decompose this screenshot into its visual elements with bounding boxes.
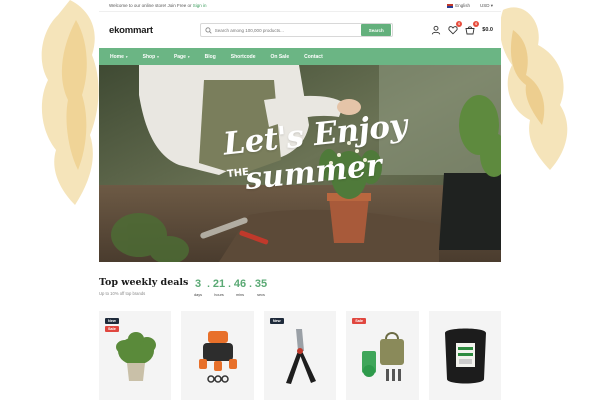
countdown-days-label: days — [193, 293, 203, 297]
nav-label: Home — [110, 53, 124, 60]
countdown-hours-value: 21 — [212, 278, 226, 290]
cart-total[interactable]: $0.0 — [482, 27, 493, 33]
nav-item-shortcode[interactable]: Shortcode — [231, 54, 256, 60]
chevron-down-icon: ▾ — [187, 54, 190, 59]
countdown-days-value: 3 — [194, 278, 202, 290]
chevron-down-icon: ▾ — [490, 2, 493, 8]
flag-icon — [447, 3, 454, 8]
product-card-root-farm-grow-bag[interactable] — [428, 311, 502, 400]
countdown-secs: 35 secs — [253, 278, 269, 298]
currency-label: USD — [479, 2, 490, 8]
search-button[interactable]: Search — [361, 24, 392, 36]
logo[interactable]: ekommart — [109, 25, 200, 36]
countdown-mins-value: 46 — [233, 278, 247, 290]
product-card-pruning-shears[interactable]: New — [263, 311, 337, 400]
cart-icon[interactable]: 0 — [465, 21, 480, 35]
welcome-text: Welcome to our online store! Join Free o… — [109, 3, 192, 8]
countdown-hours-label: hours — [214, 293, 224, 297]
nav-label: Shortcode — [230, 53, 256, 60]
account-icon[interactable] — [431, 25, 441, 35]
pruning-shears-image — [285, 329, 316, 384]
page-frame: Welcome to our online store! Join Free o… — [99, 0, 502, 400]
sale-badge: Sale — [352, 318, 367, 324]
nav-label: Blog — [204, 53, 216, 60]
product-badges: New — [269, 318, 284, 324]
hose-splitter-image — [199, 331, 238, 383]
product-card-garden-tool-kit[interactable]: Sale — [346, 311, 419, 400]
countdown-hours: 21 hours — [211, 278, 227, 298]
nav-label: On Sale — [270, 53, 290, 60]
nav-label: Page — [173, 53, 186, 60]
countdown-mins: 46 mins — [232, 278, 248, 298]
cart-badge: 0 — [473, 21, 480, 27]
top-bar: Welcome to our online store! Join Free o… — [99, 0, 501, 12]
search-input[interactable] — [211, 27, 362, 33]
nav-item-on-sale[interactable]: On Sale — [271, 54, 290, 60]
watercolor-splash-right — [499, 7, 568, 171]
nav-label: Contact — [304, 53, 323, 60]
main-nav: Home ▾ Shop ▾ Page ▾ Blog Shortcode On Sale… — [99, 48, 501, 65]
nav-label: Shop — [142, 53, 156, 60]
welcome-message: Welcome to our online store! Join Free o… — [109, 3, 207, 8]
countdown-days: 3 days — [190, 278, 206, 298]
search-icon — [205, 26, 212, 34]
nav-item-blog[interactable]: Blog — [205, 54, 216, 60]
language-selector[interactable]: English — [447, 3, 470, 8]
deals-subtitle: Up to 10% off top brands — [99, 291, 146, 296]
product-card-hose-splitter[interactable] — [181, 311, 254, 400]
topbar-right: English USD ▾ — [447, 3, 493, 9]
weekly-deals-header: Top weekly deals Up to 10% off top brand… — [99, 277, 501, 307]
product-badges: New Sale — [105, 318, 119, 332]
sign-in-link[interactable]: Sign in — [193, 3, 207, 8]
new-badge: New — [105, 318, 119, 324]
grow-bag-image — [444, 328, 486, 384]
currency-selector[interactable]: USD ▾ — [480, 3, 493, 9]
countdown-timer: 3 days . 21 hours . 46 mins . 35 secs — [190, 278, 269, 298]
chevron-down-icon: ▾ — [125, 54, 128, 59]
garden-tool-kit-image — [362, 332, 405, 381]
nav-item-page[interactable]: Page ▾ — [174, 54, 190, 60]
header-icons: 0 0 $0.0 — [431, 21, 493, 35]
hero-image — [99, 65, 501, 262]
sale-badge: Sale — [105, 326, 119, 332]
watercolor-splash-left — [41, 0, 99, 205]
nav-item-shop[interactable]: Shop ▾ — [143, 54, 159, 60]
product-card-potted-plant[interactable]: New Sale — [99, 311, 172, 400]
new-badge: New — [269, 318, 284, 324]
countdown-secs-value: 35 — [254, 278, 268, 290]
header: ekommart Search 0 0 $0.0 — [99, 12, 501, 48]
wishlist-icon[interactable]: 0 — [448, 21, 463, 35]
wishlist-badge: 0 — [456, 21, 463, 27]
nav-item-home[interactable]: Home ▾ — [110, 54, 128, 60]
chevron-down-icon: ▾ — [157, 54, 159, 59]
nav-item-contact[interactable]: Contact — [304, 54, 323, 60]
deals-title: Top weekly deals — [99, 277, 189, 288]
language-label: English — [455, 3, 470, 8]
countdown-secs-label: secs — [257, 293, 265, 297]
product-row: New Sale New Sale — [99, 311, 502, 400]
hero-banner[interactable]: Let's Enjoy THE summer — [99, 65, 501, 262]
search-bar: Search — [199, 23, 394, 37]
countdown-mins-label: mins — [235, 293, 245, 297]
product-badges: Sale — [352, 318, 367, 324]
